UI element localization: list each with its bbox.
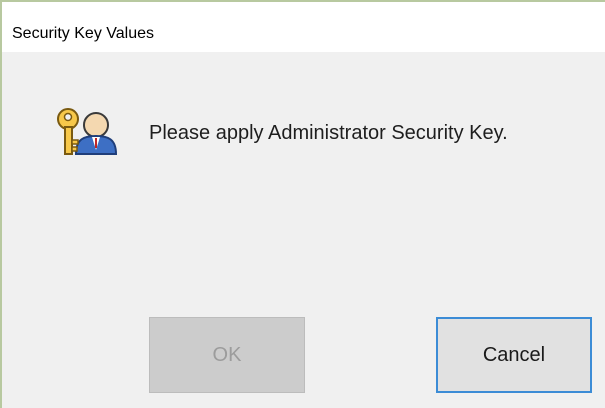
dialog-title: Security Key Values: [12, 25, 154, 42]
security-key-dialog: Security Key Values Please apply Adminis…: [0, 0, 605, 408]
key-user-icon: [57, 108, 118, 155]
cancel-button[interactable]: Cancel: [436, 317, 592, 393]
ok-button[interactable]: OK: [149, 317, 305, 393]
dialog-message: Please apply Administrator Security Key.: [149, 122, 508, 144]
title-bar[interactable]: Security Key Values: [2, 2, 605, 52]
